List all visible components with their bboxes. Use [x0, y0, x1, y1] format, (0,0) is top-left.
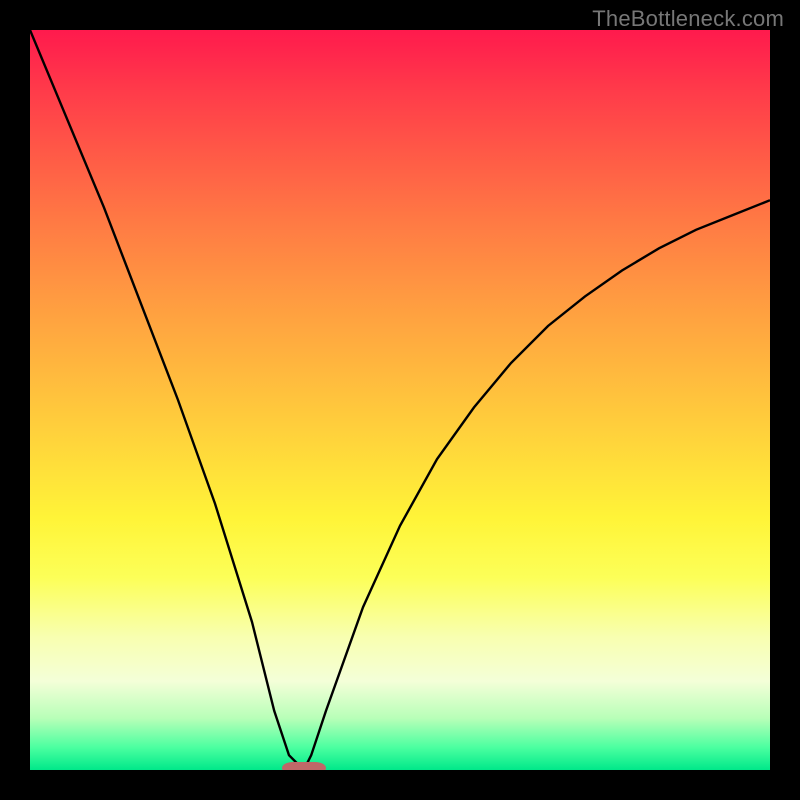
chart-frame: TheBottleneck.com: [0, 0, 800, 800]
optimal-marker: [282, 762, 326, 770]
bottleneck-curve: [30, 30, 770, 770]
plot-area: [30, 30, 770, 770]
watermark-text: TheBottleneck.com: [592, 6, 784, 32]
